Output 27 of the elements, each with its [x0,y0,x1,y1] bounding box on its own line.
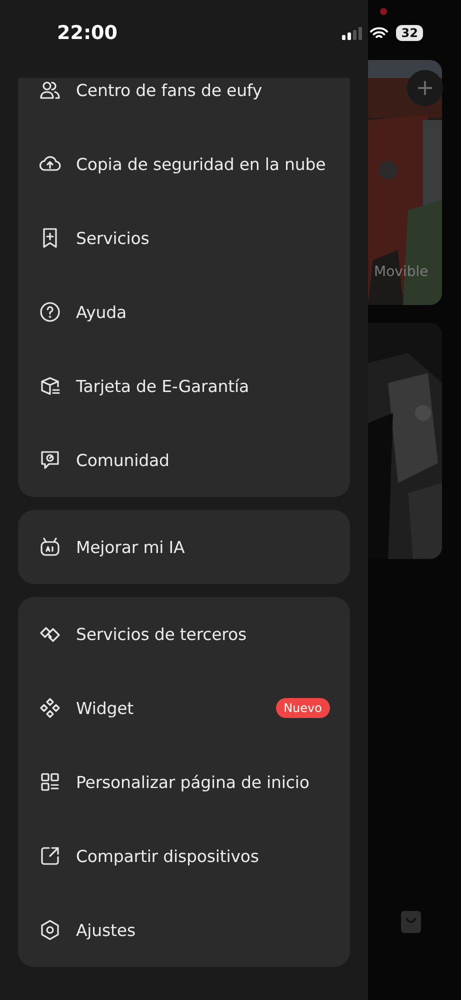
menu-item[interactable]: Centro de fans de eufy [18,78,350,127]
battery-indicator: 32 [396,25,423,41]
camera-label: Movible [374,264,428,280]
signal-icon [342,26,362,40]
menu-item[interactable]: Compartir dispositivos [18,819,350,893]
menu-item[interactable]: Servicios de terceros [18,597,350,671]
robot-icon [38,535,62,559]
menu-item[interactable]: Widget Nuevo [18,671,350,745]
menu-item[interactable]: Personalizar página de inicio [18,745,350,819]
package-icon [38,374,62,398]
menu-item[interactable]: Servicios [18,201,350,275]
status-time: 22:00 [57,22,118,44]
wifi-icon [370,26,388,40]
layout-icon [38,770,62,794]
menu-item[interactable]: Ajustes [18,893,350,967]
menu-item[interactable]: Comunidad [18,423,350,497]
chat-icon [38,448,62,472]
menu-item[interactable]: Mejorar mi IA [18,510,350,584]
new-badge: Nuevo [276,698,330,718]
notification-dot [380,8,387,15]
menu-item[interactable]: Ayuda [18,275,350,349]
settings-icon [38,918,62,942]
widget-icon [38,696,62,720]
menu-item[interactable]: Copia de seguridad en la nube [18,127,350,201]
help-icon [38,300,62,324]
share-icon [38,844,62,868]
menu-item[interactable]: Tarjeta de E-Garantía [18,349,350,423]
